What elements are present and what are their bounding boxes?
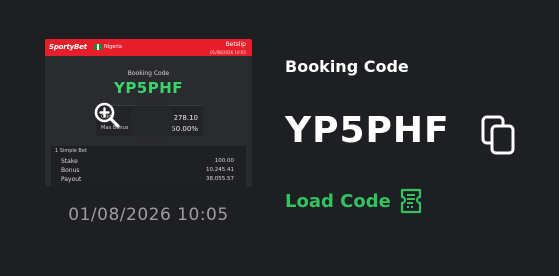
bonus-label: Bonus: [61, 167, 80, 174]
stake-label: Stake: [61, 158, 78, 165]
load-code-button[interactable]: Load Code: [285, 186, 423, 216]
nigeria-flag-icon: [94, 44, 103, 50]
copy-icon[interactable]: [481, 115, 517, 155]
stake-row: Stake 100.00: [61, 158, 234, 165]
max-bonus-value: 50.00%: [171, 125, 198, 133]
load-code-label: Load Code: [285, 190, 391, 212]
stake-value: 100.00: [214, 158, 234, 164]
booking-code-value: YP5PHF: [285, 110, 450, 151]
thumbnail-booking-code-label: Booking Code: [127, 70, 170, 77]
payout-value: 38,055.57: [206, 176, 234, 182]
zoom-in-icon[interactable]: [93, 101, 121, 129]
thumbnail-booking-code: YP5PHF: [113, 79, 184, 97]
country-label: Nigeria: [104, 44, 122, 50]
bet-type-label: 1 Simple Bet: [55, 148, 87, 154]
bet-details: 1 Simple Bet Stake 100.00 Bonus 10,245.4…: [51, 146, 246, 187]
betslip-datetime: 01/08/2026 10:05: [210, 50, 246, 55]
bonus-row: Bonus 10,245.41: [61, 167, 234, 174]
payout-label: Payout: [61, 176, 82, 183]
betslip-header: SportyBet Nigeria Betslip 01/08/2026 10:…: [45, 39, 252, 56]
booking-code-card: SportyBet Nigeria Betslip 01/08/2026 10:…: [0, 0, 559, 276]
zoom-overlay: [129, 98, 175, 144]
ticket-icon: [400, 188, 421, 214]
betslip-title: Betslip: [225, 41, 246, 48]
bonus-value: 10,245.41: [206, 167, 234, 173]
odds-value: 278.10: [173, 114, 199, 122]
booking-code-label: Booking Code: [285, 57, 409, 76]
timestamp: 01/08/2026 10:05: [68, 205, 229, 225]
brand-logo: SportyBet: [49, 43, 87, 51]
betslip-thumbnail[interactable]: SportyBet Nigeria Betslip 01/08/2026 10:…: [45, 39, 252, 187]
payout-row: Payout 38,055.57: [61, 176, 234, 183]
